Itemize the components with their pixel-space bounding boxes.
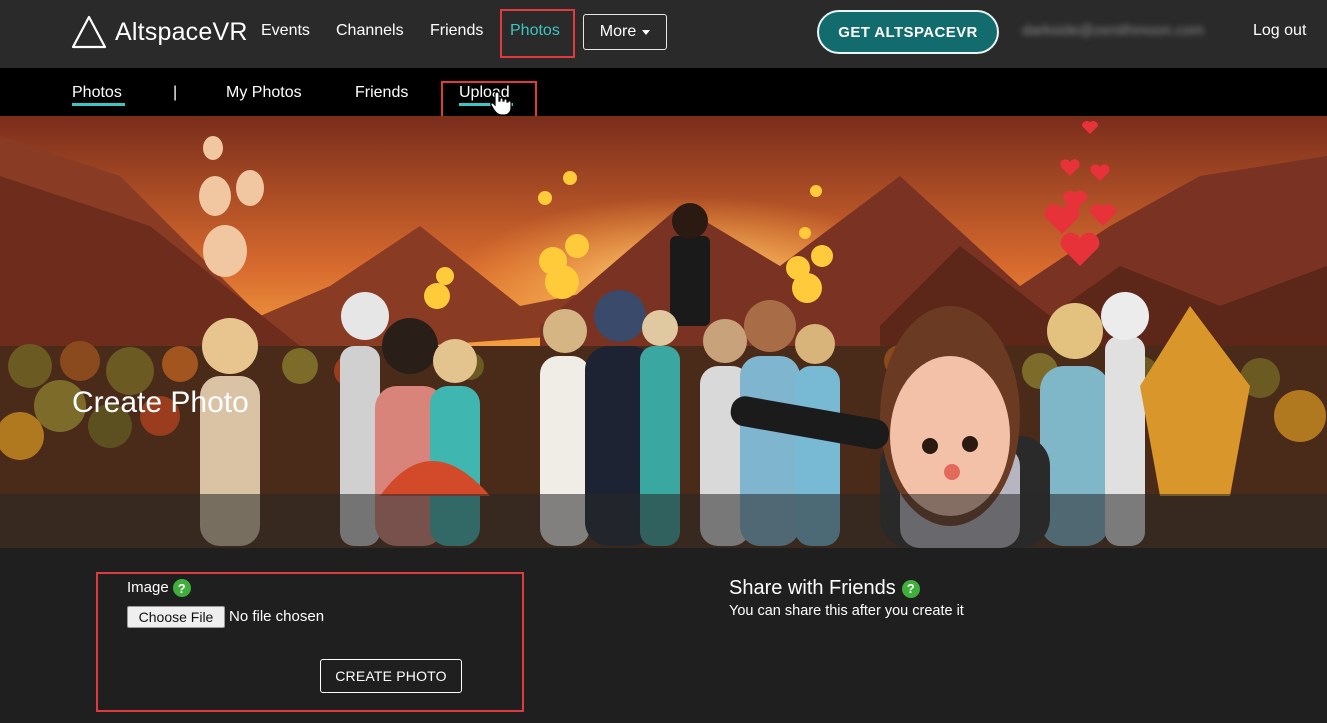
hero-banner-image [0, 116, 1327, 548]
triangle-logo-icon [71, 15, 107, 49]
subnav-separator: | [173, 84, 178, 101]
caret-down-icon [642, 29, 651, 35]
top-navbar: AltspaceVR Events Channels Friends Photo… [0, 0, 1327, 68]
hero-title-band [0, 494, 1327, 548]
share-title-text: Share with Friends [729, 577, 896, 599]
choose-file-button[interactable]: Choose File [127, 606, 225, 628]
more-label: More [599, 23, 637, 40]
image-label-text: Image [127, 579, 169, 596]
hand-pointer-cursor-icon [490, 91, 512, 116]
image-field-label: Image? [127, 579, 191, 598]
share-hint-text: You can share this after you create it [729, 603, 964, 619]
share-with-friends-heading: Share with Friends? [729, 577, 920, 600]
nav-friends[interactable]: Friends [430, 22, 483, 40]
logout-link[interactable]: Log out [1253, 22, 1306, 40]
get-altspacevr-button[interactable]: GET ALTSPACEVR [817, 10, 999, 54]
account-email[interactable]: darkside@zenithmoon.com [1022, 22, 1204, 39]
annotation-highlight-photos [500, 9, 575, 58]
share-help-icon[interactable]: ? [901, 579, 920, 598]
crowd-scene-illustration [0, 116, 1327, 548]
more-dropdown-button[interactable]: More [583, 14, 667, 50]
subnav-friends[interactable]: Friends [355, 84, 408, 102]
subnav-my-photos[interactable]: My Photos [226, 84, 302, 102]
subnav-active-underline [72, 103, 125, 106]
altspacevr-logo[interactable]: AltspaceVR [71, 15, 248, 49]
subnav-photos[interactable]: Photos [72, 84, 122, 102]
nav-events[interactable]: Events [261, 22, 310, 40]
brand-name: AltspaceVR [115, 17, 248, 46]
file-status-text: No file chosen [229, 608, 325, 625]
nav-channels[interactable]: Channels [336, 22, 404, 40]
photos-subnav: Photos | My Photos Friends Upload [0, 68, 1327, 116]
page-title: Create Photo [72, 386, 249, 419]
help-icon[interactable]: ? [172, 579, 191, 598]
create-photo-button[interactable]: CREATE PHOTO [320, 659, 462, 693]
